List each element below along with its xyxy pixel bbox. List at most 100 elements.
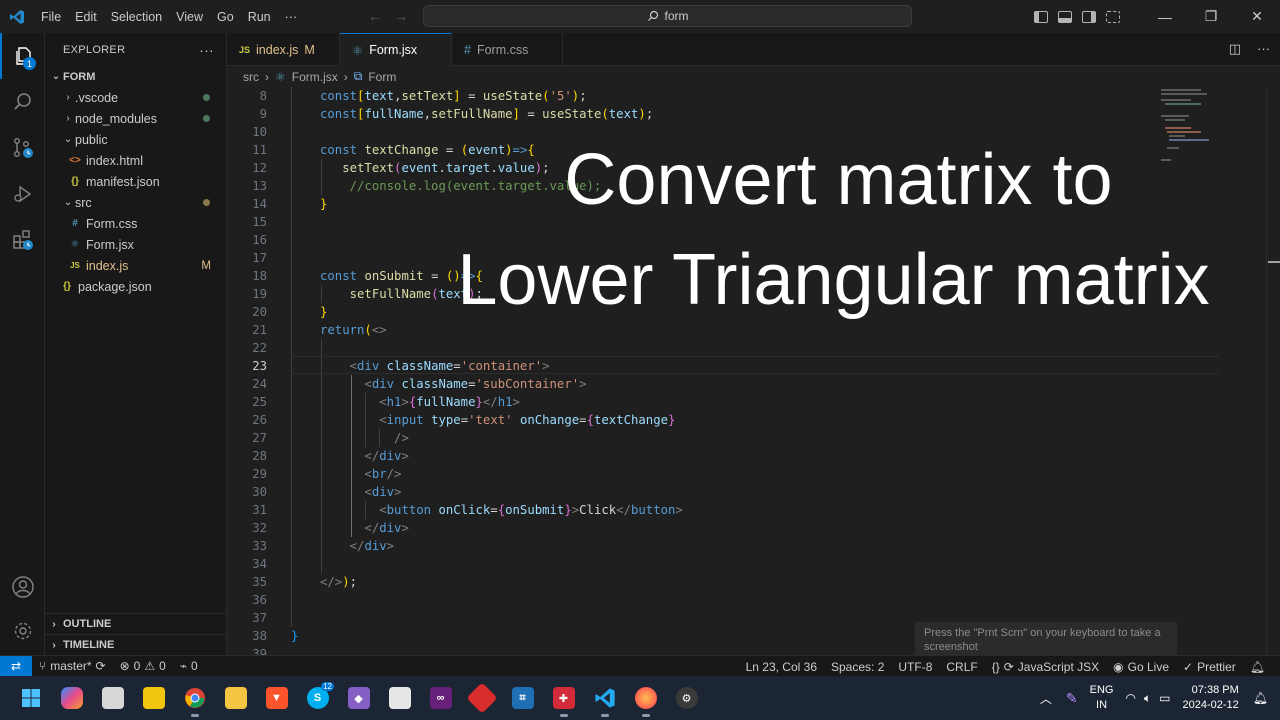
split-editor-icon[interactable]: ◫ [1229,41,1241,57]
volume-icon[interactable]: 🔈︎ [1144,691,1151,706]
tray-overflow-chevron-icon[interactable]: ︿ [1040,690,1052,707]
source-control-icon[interactable] [0,125,45,171]
overlay-line-1: Convert matrix to [564,140,1113,220]
video-title-overlay: Convert matrix to Lower Triangular matri… [227,130,1280,330]
accounts-icon[interactable] [0,564,45,610]
settings-app-icon[interactable]: ⚙ [666,676,707,720]
git-app-icon[interactable] [461,676,502,720]
search-icon[interactable] [0,79,45,125]
breadcrumb-symbol[interactable]: Form [368,70,396,84]
cursor-position[interactable]: Ln 23, Col 36 [739,660,824,674]
skype-icon[interactable]: S 12 [297,676,338,720]
game-app-icon[interactable]: ✚ [543,676,584,720]
explorer-title: EXPLORER [63,43,126,56]
tree-item-manifest-json[interactable]: {} manifest.json [45,171,226,192]
screenshot-toast: Press the "Prnt Scrn" on your keyboard t… [915,622,1177,656]
code-line: <button onClick={onSubmit}>Click</button… [379,503,683,517]
run-debug-icon[interactable] [0,171,45,217]
notification-bell-icon[interactable]: 🔔︎ [1253,691,1268,705]
close-icon[interactable]: ✕ [1234,0,1280,33]
indentation[interactable]: Spaces: 2 [824,660,891,674]
manage-gear-icon[interactable] [0,608,45,654]
menu-go[interactable]: Go [210,10,241,24]
tree-item-form-jsx[interactable]: ⚛ Form.jsx [45,234,226,255]
code-line: </>); [320,575,358,589]
breadcrumb-file[interactable]: Form.jsx [292,70,338,84]
menu-edit[interactable]: Edit [68,10,104,24]
menu-run[interactable]: Run [241,10,278,24]
pen-app-icon[interactable]: ✎ [1066,690,1078,707]
file-explorer-icon[interactable] [92,676,133,720]
code-line: <div className='subContainer'> [364,377,587,391]
line-number-text: 36 [252,593,267,607]
modified-flag: M [201,259,211,272]
brave-icon[interactable]: ▼ [256,676,297,720]
restore-icon[interactable]: ❐ [1188,0,1234,33]
customize-layout-icon[interactable] [1106,10,1120,23]
tab-form-jsx[interactable]: ⚛ Form.jsx [340,33,452,66]
tree-item-index-html[interactable]: <> index.html [45,150,226,171]
toggle-primary-sidebar-icon[interactable] [1034,10,1048,23]
back-arrow-icon[interactable]: ← [368,8,382,24]
tree-item-src[interactable]: ⌄ src [45,192,226,213]
battery-icon[interactable]: ▭ [1159,691,1170,705]
tab-label: Form.jsx [369,43,418,57]
region-code: IN [1096,699,1108,711]
command-center-search[interactable]: form [423,5,912,27]
tab-form-css[interactable]: # Form.css [452,33,563,66]
line-number-text: 39 [252,647,267,655]
menu-view[interactable]: View [169,10,210,24]
menu-file[interactable]: File [34,10,68,24]
notifications-bell-icon[interactable]: 🔔︎ [1243,660,1272,674]
toggle-panel-icon[interactable] [1058,10,1072,23]
clock-date: 2024-02-12 [1182,699,1239,711]
visual-studio-icon[interactable]: ◆ [338,676,379,720]
chrome-icon[interactable] [174,676,215,720]
copilot-icon[interactable] [51,676,92,720]
tree-item-public[interactable]: ⌄ public [45,129,226,150]
skype-badge: 12 [321,682,334,691]
end-of-line[interactable]: CRLF [939,660,984,674]
tab-index-js[interactable]: JS index.js M [227,33,340,66]
go-live-button[interactable]: ◉ Go Live [1106,660,1176,674]
language-mode[interactable]: {} ⟳ JavaScript JSX [985,660,1106,674]
tree-item-form-css[interactable]: # Form.css [45,213,226,234]
sticky-app-icon[interactable] [133,676,174,720]
line-number: 34 [227,555,1280,573]
tree-item-label: index.js [86,258,129,273]
prettier-status[interactable]: ✓ Prettier [1176,660,1243,674]
vs-purple-icon[interactable]: ∞ [420,676,461,720]
tree-item-package-json[interactable]: {} package.json [45,276,226,297]
input-language[interactable]: ENG IN [1090,683,1114,713]
menu-more[interactable]: ··· [278,10,305,24]
tree-item-index-js[interactable]: JS index.js M [45,255,226,276]
remote-indicator-icon[interactable]: ⇄ [0,655,32,677]
folder-icon[interactable] [215,676,256,720]
sourcetree-icon[interactable]: ⌗ [502,676,543,720]
wifi-icon[interactable]: ◠ [1125,691,1135,705]
more-actions-icon[interactable]: ··· [1257,41,1270,57]
explorer-more-icon[interactable]: ··· [199,42,214,58]
branch-status[interactable]: ⑂ master* ⟳ [32,659,113,673]
outline-section[interactable]: › OUTLINE [45,613,227,634]
ports-status[interactable]: ⌁ 0 [173,659,205,673]
encoding[interactable]: UTF-8 [891,660,939,674]
firefox-icon[interactable] [625,676,666,720]
timeline-section[interactable]: › TIMELINE [45,634,227,655]
minimize-icon[interactable]: — [1142,0,1188,33]
vscode-icon[interactable] [584,676,625,720]
windows-start-icon[interactable] [10,676,51,720]
tree-item-node-modules[interactable]: › node_modules [45,108,226,129]
toggle-secondary-sidebar-icon[interactable] [1082,10,1096,23]
code-line: </div> [349,539,395,553]
explorer-icon[interactable]: 1 [0,33,45,79]
store-icon[interactable] [379,676,420,720]
system-clock[interactable]: 07:38 PM 2024-02-12 [1182,683,1238,713]
tree-item-vscode[interactable]: › .vscode [45,87,226,108]
tree-root-form[interactable]: ⌄ FORM [45,66,226,87]
problems-status[interactable]: ⊗ 0 ⚠ 0 [113,659,173,673]
menu-selection[interactable]: Selection [104,10,169,24]
forward-arrow-icon[interactable]: → [394,8,408,24]
extensions-icon[interactable] [0,217,45,263]
breadcrumb-folder[interactable]: src [243,70,259,84]
